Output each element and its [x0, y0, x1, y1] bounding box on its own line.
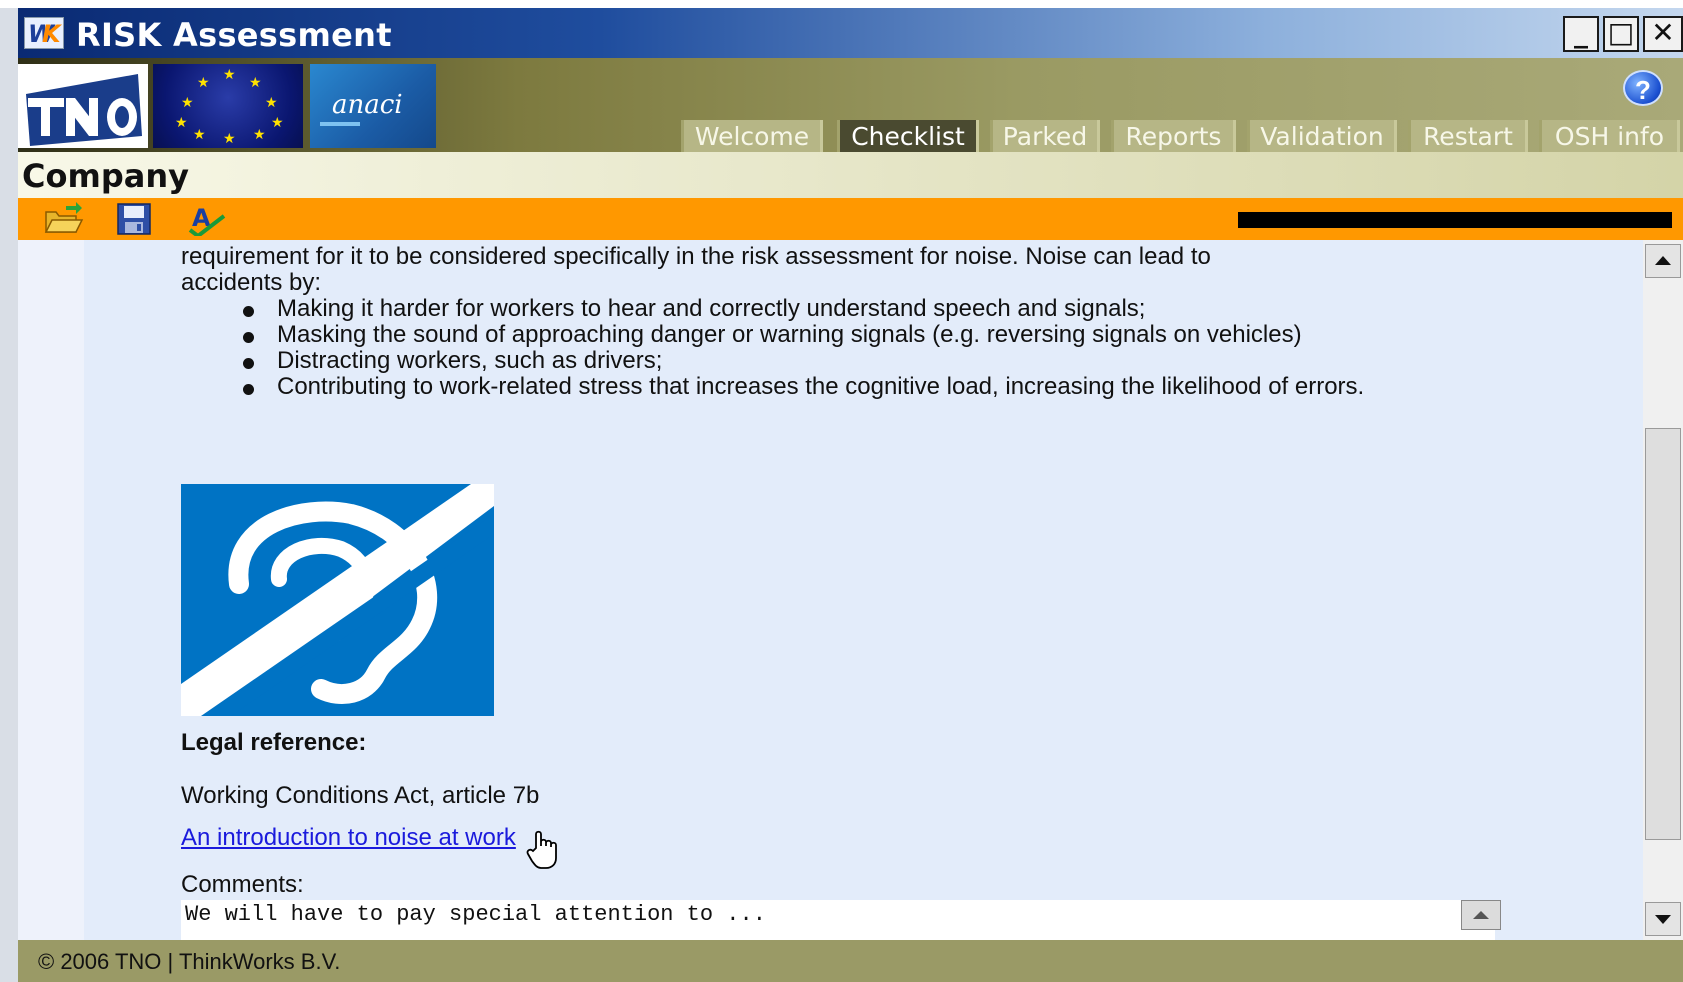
- tab-restart[interactable]: Restart: [1408, 120, 1528, 153]
- save-icon[interactable]: [114, 202, 156, 236]
- tno-logo: [18, 64, 148, 148]
- title-bar: WK RISK Assessment _ □ ✕: [18, 8, 1683, 58]
- scroll-thumb[interactable]: [1645, 428, 1681, 840]
- intro-text-line: requirement for it to be considered spec…: [181, 243, 1211, 270]
- comments-scroll-up-button[interactable]: [1461, 900, 1501, 930]
- list-item: Making it harder for workers to hear and…: [243, 296, 1601, 322]
- spellcheck-icon[interactable]: A: [186, 202, 228, 239]
- section-title: Company: [22, 157, 189, 195]
- risk-bullet-list: Making it harder for workers to hear and…: [181, 296, 1601, 400]
- minimize-button[interactable]: _: [1563, 16, 1599, 52]
- list-item: Contributing to work-related stress that…: [243, 374, 1457, 400]
- tab-reports[interactable]: Reports: [1111, 120, 1236, 153]
- hand-cursor-icon: [526, 830, 562, 870]
- app-window: WK RISK Assessment _ □ ✕ ★ ★ ★ ★ ★ ★ ★ ★…: [0, 8, 1683, 982]
- comments-value: We will have to pay special attention to…: [185, 902, 766, 927]
- scroll-down-button[interactable]: [1645, 902, 1681, 936]
- help-button[interactable]: ?: [1623, 70, 1663, 106]
- toolbar: A: [18, 198, 1683, 240]
- tab-validation[interactable]: Validation: [1247, 120, 1397, 153]
- anaci-logo: anaci: [310, 64, 436, 148]
- app-logo-icon: WK: [24, 17, 64, 49]
- open-folder-icon[interactable]: [42, 202, 84, 236]
- tab-checklist[interactable]: Checklist: [837, 120, 979, 153]
- copyright-text: © 2006 TNO | ThinkWorks B.V.: [38, 949, 341, 974]
- eu-flag-logo: ★ ★ ★ ★ ★ ★ ★ ★ ★ ★: [153, 64, 303, 148]
- window-title: RISK Assessment: [76, 16, 392, 54]
- tab-parked[interactable]: Parked: [990, 120, 1100, 153]
- tab-welcome[interactable]: Welcome: [681, 120, 823, 153]
- tab-osh-info[interactable]: OSH info: [1539, 120, 1680, 153]
- legal-reference-text: Working Conditions Act, article 7b: [181, 782, 540, 809]
- company-bar: Company: [18, 152, 1683, 198]
- legal-reference-heading: Legal reference:: [181, 729, 367, 756]
- comments-field[interactable]: We will have to pay special attention to…: [181, 900, 1501, 940]
- scroll-up-button[interactable]: [1645, 244, 1681, 278]
- progress-bar: [1238, 212, 1672, 228]
- close-button[interactable]: ✕: [1643, 16, 1683, 52]
- maximize-button[interactable]: □: [1603, 16, 1639, 52]
- comments-label: Comments:: [181, 871, 304, 898]
- content-body: requirement for it to be considered spec…: [181, 243, 1601, 940]
- footer: © 2006 TNO | ThinkWorks B.V.: [18, 940, 1683, 982]
- intro-text-line: accidents by:: [181, 269, 322, 296]
- hearing-loss-image: [181, 484, 494, 716]
- content-pane: requirement for it to be considered spec…: [84, 240, 1643, 940]
- list-item: Distracting workers, such as drivers;: [243, 348, 1601, 374]
- list-item: Masking the sound of approaching danger …: [243, 322, 1507, 348]
- vertical-scrollbar[interactable]: [1643, 240, 1683, 940]
- noise-intro-link[interactable]: An introduction to noise at work: [181, 824, 516, 852]
